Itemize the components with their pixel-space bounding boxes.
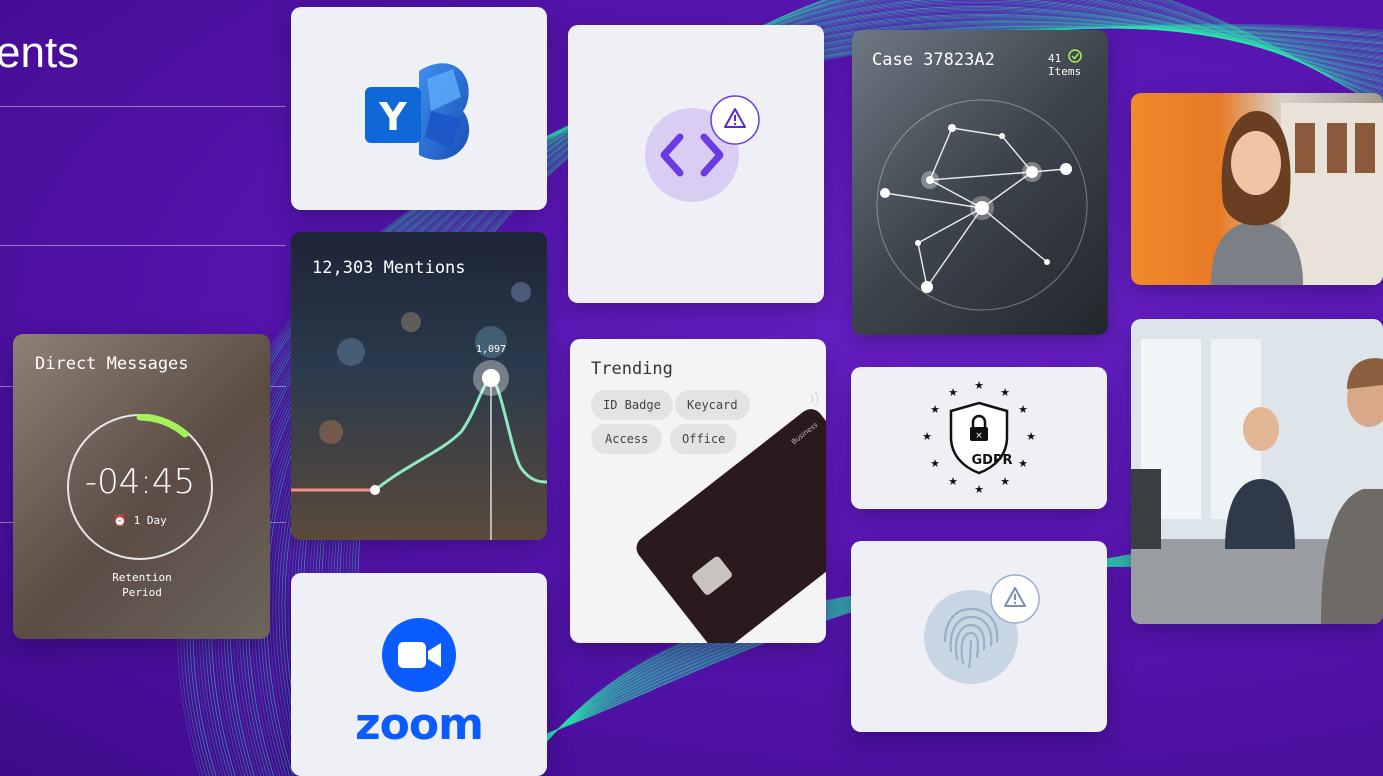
tag-chip[interactable]: Keycard (675, 390, 750, 420)
trending-card[interactable]: Business Trending ID Badge Keycard Acces… (570, 339, 826, 643)
svg-text:★: ★ (930, 457, 940, 470)
svg-text:Y: Y (378, 95, 407, 139)
svg-text:★: ★ (974, 379, 984, 392)
business-card-image: Business (636, 391, 826, 643)
page-title: ents (0, 28, 80, 77)
svg-text:★: ★ (922, 430, 932, 443)
svg-text:★: ★ (930, 403, 940, 416)
office-illustration (1131, 319, 1383, 624)
svg-text:★: ★ (1000, 475, 1010, 488)
svg-text:★: ★ (1026, 430, 1036, 443)
office-photo (1131, 319, 1383, 624)
gdpr-shield-lock-icon: ★ ★ ★ ★ ★ ★ ★ ★ ★ ★ ★ ★ × GDPR (922, 379, 1036, 496)
case-item-count: 41 Items (1048, 52, 1082, 78)
card-label: 12,303 Mentions (312, 258, 466, 278)
tag-chip[interactable]: Office (670, 424, 738, 454)
divider-line (0, 106, 286, 107)
card-label: Case 37823A2 (872, 50, 995, 70)
zoom-wordmark: zoom (355, 699, 484, 750)
direct-messages-card[interactable]: Direct Messages -04:45 ⏰ 1 Day Retention… (13, 334, 270, 639)
retention-label: Retention Period (112, 571, 172, 599)
yammer-logo-icon: Y (365, 63, 470, 160)
card-label: Trending (591, 359, 673, 379)
contactless-icon (810, 391, 819, 407)
alarm-clock-icon: ⏰ (113, 514, 127, 527)
chart-point (370, 485, 380, 495)
tag-chip[interactable]: Access (591, 424, 663, 454)
warning-triangle-icon (990, 574, 1040, 624)
tag-chip[interactable]: ID Badge (591, 390, 673, 420)
timer-value: -04:45 (84, 462, 196, 502)
mentions-chart: 1,097 (291, 282, 547, 540)
portrait-illustration (1211, 103, 1383, 285)
warning-triangle-icon (710, 95, 760, 145)
mentions-card[interactable]: 1,097 12,303 Mentions (291, 232, 547, 540)
svg-text:×: × (975, 431, 983, 441)
zoom-camera-icon (382, 618, 456, 692)
svg-text:★: ★ (974, 483, 984, 496)
svg-text:★: ★ (1018, 457, 1028, 470)
divider-line (0, 245, 286, 246)
chart-line-positive (374, 376, 547, 492)
card-label: Direct Messages (35, 354, 189, 374)
svg-text:★: ★ (948, 386, 958, 399)
timer-duration: ⏰ 1 Day (113, 514, 167, 527)
gdpr-card[interactable]: ★ ★ ★ ★ ★ ★ ★ ★ ★ ★ ★ ★ × GDPR (851, 367, 1107, 509)
portrait-photo (1131, 93, 1383, 285)
case-card[interactable]: Case 37823A2 41 Items (852, 30, 1108, 335)
svg-text:GDPR: GDPR (972, 453, 1013, 468)
fingerprint-icon (924, 574, 1040, 684)
chart-peak-point (482, 369, 500, 387)
zoom-card[interactable]: zoom (291, 573, 547, 776)
chart-peak-label: 1,097 (476, 344, 506, 355)
svg-text:★: ★ (1000, 386, 1010, 399)
svg-text:★: ★ (1018, 403, 1028, 416)
code-review-card[interactable] (568, 25, 824, 303)
yammer-card[interactable]: Y (291, 7, 547, 210)
svg-text:★: ★ (948, 475, 958, 488)
code-brackets-icon (645, 95, 760, 202)
fingerprint-card[interactable] (851, 541, 1107, 732)
